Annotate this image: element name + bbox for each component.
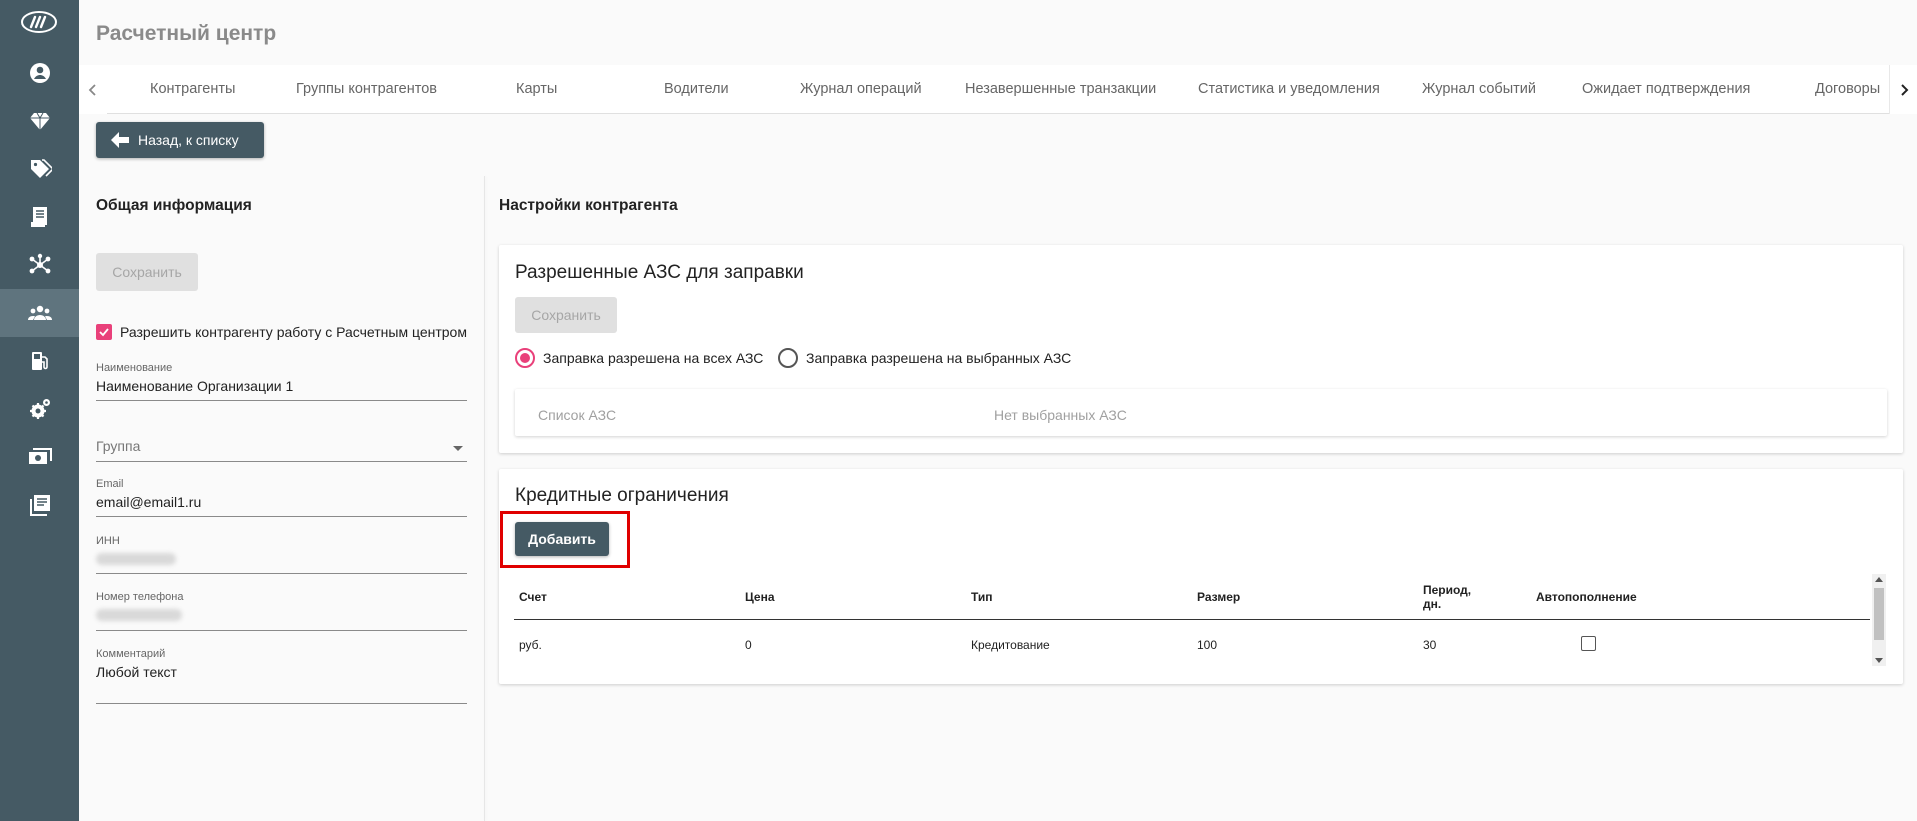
radio-all-azs-indicator[interactable] bbox=[515, 348, 535, 368]
sidebar-item-diamond[interactable] bbox=[0, 97, 79, 145]
scroll-thumb[interactable] bbox=[1874, 588, 1884, 640]
phone-field-label: Номер телефона bbox=[96, 591, 184, 603]
fuel-icon bbox=[31, 352, 48, 370]
radio-selected-azs-indicator[interactable] bbox=[778, 348, 798, 368]
radio-selected-azs-label: Заправка разрешена на выбранных АЗС bbox=[806, 350, 1072, 366]
arrow-left-icon bbox=[111, 132, 129, 148]
library-icon bbox=[29, 495, 50, 516]
allow-work-label: Разрешить контрагенту работу с Расчетным… bbox=[120, 324, 467, 340]
tab-operations-log[interactable]: Журнал операций bbox=[800, 65, 922, 114]
general-save-button[interactable]: Сохранить bbox=[96, 253, 198, 291]
sidebar-item-receipts[interactable] bbox=[0, 193, 79, 241]
email-field[interactable]: Email email@email1.ru bbox=[96, 478, 467, 517]
radio-all-azs-label: Заправка разрешена на всех АЗС bbox=[543, 350, 764, 366]
column-header-size: Размер bbox=[1197, 590, 1241, 604]
tab-unfinished-transactions[interactable]: Незавершенные транзакции bbox=[965, 65, 1156, 114]
email-field-label: Email bbox=[96, 478, 124, 490]
group-select[interactable]: Группа bbox=[96, 438, 467, 462]
column-header-autofill: Автопополнение bbox=[1536, 590, 1637, 604]
radio-all-azs[interactable]: Заправка разрешена на всех АЗС bbox=[515, 348, 763, 368]
credit-limits-title: Кредитные ограничения bbox=[515, 485, 729, 506]
comment-field-value[interactable]: Любой текст bbox=[96, 664, 467, 686]
tab-events-log[interactable]: Журнал событий bbox=[1422, 65, 1536, 114]
column-header-price: Цена bbox=[745, 590, 775, 604]
tab-contractor-groups[interactable]: Группы контрагентов bbox=[296, 65, 437, 114]
column-divider bbox=[484, 176, 485, 821]
tab-cards[interactable]: Карты bbox=[516, 65, 557, 114]
allowed-azs-card: Разрешенные АЗС для заправки Сохранить З… bbox=[499, 245, 1903, 453]
receipt-icon bbox=[30, 207, 47, 227]
table-scrollbar[interactable] bbox=[1872, 574, 1886, 666]
inn-field-label: ИНН bbox=[96, 535, 120, 547]
comment-field-label: Комментарий bbox=[96, 648, 166, 660]
tags-icon bbox=[30, 159, 52, 178]
settings-title: Настройки контрагента bbox=[499, 197, 678, 214]
column-header-period: Период, bbox=[1423, 583, 1472, 597]
sidebar-item-tags[interactable] bbox=[0, 145, 79, 193]
group-select-placeholder: Группа bbox=[96, 438, 141, 454]
phone-field[interactable]: Номер телефона bbox=[96, 591, 467, 631]
diamond-icon bbox=[29, 112, 50, 130]
column-header-period-unit: дн. bbox=[1423, 597, 1442, 611]
tabs-scroll-left[interactable] bbox=[79, 65, 107, 114]
azs-list-label: Список АЗС bbox=[538, 407, 617, 423]
column-header-type: Тип bbox=[971, 590, 993, 604]
general-info-title: Общая информация bbox=[96, 197, 252, 214]
comment-field[interactable]: Комментарий Любой текст bbox=[96, 648, 467, 704]
autofill-checkbox[interactable] bbox=[1581, 636, 1596, 651]
check-icon bbox=[99, 328, 109, 337]
sidebar-item-library[interactable] bbox=[0, 481, 79, 529]
network-icon bbox=[29, 253, 50, 274]
azs-save-button[interactable]: Сохранить bbox=[515, 297, 617, 333]
cell-size: 100 bbox=[1197, 638, 1218, 652]
allow-work-checkbox-row[interactable]: Разрешить контрагенту работу с Расчетным… bbox=[96, 324, 467, 340]
back-to-list-button[interactable]: Назад, к списку bbox=[96, 122, 264, 158]
tab-awaiting-confirmation[interactable]: Ожидает подтверждения bbox=[1582, 65, 1750, 114]
scroll-down-icon[interactable] bbox=[1875, 658, 1883, 663]
azs-list-panel: Список АЗС Нет выбранных АЗС bbox=[515, 389, 1887, 436]
table-header-divider bbox=[514, 619, 1870, 620]
tab-bar: Контрагенты Группы контрагентов Карты Во… bbox=[79, 65, 1917, 114]
tab-statistics[interactable]: Статистика и уведомления bbox=[1198, 65, 1380, 114]
chevron-left-icon bbox=[88, 83, 96, 96]
sidebar-item-contractors[interactable] bbox=[0, 289, 79, 337]
azs-none-selected-label: Нет выбранных АЗС bbox=[994, 407, 1127, 423]
chevron-right-icon bbox=[1900, 83, 1908, 96]
tabs-scroll-right[interactable] bbox=[1889, 65, 1917, 114]
tab-drivers[interactable]: Водители bbox=[664, 65, 729, 114]
sidebar-item-profile[interactable] bbox=[0, 49, 79, 97]
money-icon bbox=[28, 448, 52, 464]
scroll-up-icon[interactable] bbox=[1875, 577, 1883, 582]
dropdown-arrow-icon bbox=[453, 446, 463, 451]
allowed-azs-title: Разрешенные АЗС для заправки bbox=[515, 262, 804, 283]
inn-redacted-value bbox=[96, 553, 176, 565]
cell-price: 0 bbox=[745, 638, 752, 652]
name-field[interactable]: Наименование Наименование Организации 1 bbox=[96, 362, 467, 401]
sidebar-item-network[interactable] bbox=[0, 241, 79, 289]
group-icon bbox=[27, 305, 52, 320]
sidebar-item-settings[interactable] bbox=[0, 385, 79, 433]
cell-account: руб. bbox=[519, 638, 542, 652]
cell-type: Кредитование bbox=[971, 638, 1050, 652]
phone-redacted-value bbox=[96, 609, 182, 621]
back-to-list-label: Назад, к списку bbox=[138, 132, 239, 148]
user-icon bbox=[29, 63, 50, 83]
settings-gear-icon bbox=[29, 399, 50, 419]
allow-work-checkbox[interactable] bbox=[96, 324, 112, 340]
radio-selected-azs[interactable]: Заправка разрешена на выбранных АЗС bbox=[778, 348, 1071, 368]
logo[interactable] bbox=[20, 10, 58, 34]
cell-period: 30 bbox=[1423, 638, 1437, 652]
inn-field[interactable]: ИНН bbox=[96, 535, 467, 574]
name-field-label: Наименование bbox=[96, 362, 173, 374]
tab-contracts[interactable]: Договоры bbox=[1815, 65, 1880, 114]
tab-contractors[interactable]: Контрагенты bbox=[150, 65, 235, 114]
column-header-account: Счет bbox=[519, 590, 547, 604]
email-field-value[interactable]: email@email1.ru bbox=[96, 494, 467, 516]
sidebar bbox=[0, 0, 79, 821]
sidebar-item-fuel[interactable] bbox=[0, 337, 79, 385]
name-field-value[interactable]: Наименование Организации 1 bbox=[96, 378, 467, 400]
sidebar-item-payments[interactable] bbox=[0, 433, 79, 481]
app-title: Расчетный центр bbox=[96, 22, 277, 45]
highlight-box bbox=[500, 511, 630, 568]
